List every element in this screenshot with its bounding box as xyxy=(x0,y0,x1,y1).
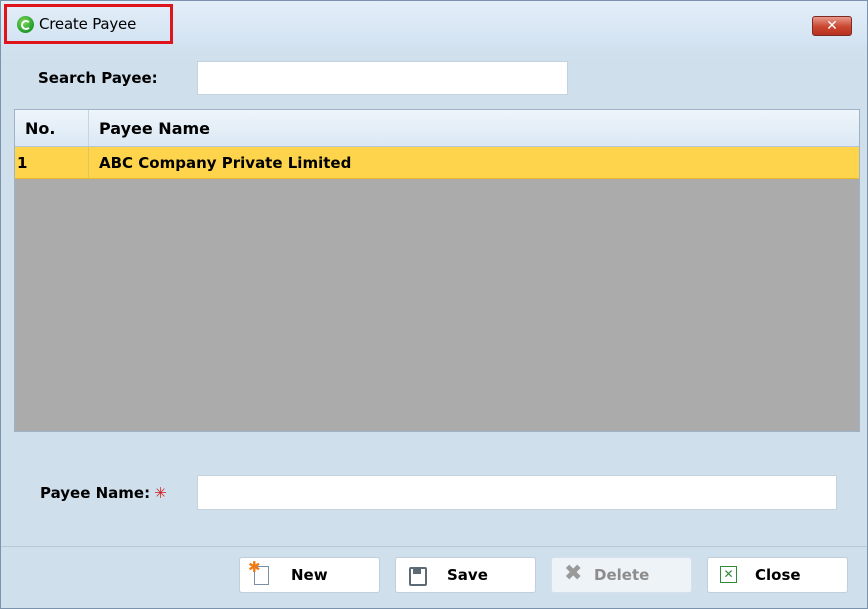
excel-close-icon: ✕ xyxy=(718,564,740,586)
close-button[interactable]: ✕ Close xyxy=(707,557,848,593)
create-payee-dialog: Create Payee ✕ Search Payee: No. Payee N… xyxy=(0,0,868,609)
title-highlight-box: Create Payee xyxy=(4,4,173,44)
delete-button-label: Delete xyxy=(594,566,650,584)
title-bar[interactable]: Create Payee ✕ xyxy=(1,1,867,45)
row-payee-name-cell: ABC Company Private Limited xyxy=(99,153,352,172)
payee-name-label-text: Payee Name: xyxy=(40,484,151,502)
required-marker: ✳ xyxy=(154,484,167,502)
search-payee-label: Search Payee: xyxy=(38,69,158,87)
new-button-label: New xyxy=(291,566,328,584)
window-close-button[interactable]: ✕ xyxy=(812,16,852,36)
new-button[interactable]: ✱ New xyxy=(239,557,380,593)
window-title: Create Payee xyxy=(39,15,137,33)
search-payee-input[interactable] xyxy=(197,61,568,95)
save-button-label: Save xyxy=(447,566,488,584)
column-header-no[interactable]: No. xyxy=(15,110,89,146)
close-button-label: Close xyxy=(755,566,801,584)
app-logo-icon xyxy=(17,15,34,33)
new-document-icon: ✱ xyxy=(248,560,272,586)
payee-name-label: Payee Name: ✳ xyxy=(40,484,167,502)
delete-button[interactable]: ✖ Delete xyxy=(551,557,692,593)
save-button[interactable]: Save xyxy=(395,557,536,593)
delete-x-icon: ✖ xyxy=(564,561,583,586)
row-no-cell: 1 xyxy=(15,147,89,178)
table-row[interactable]: 1 ABC Company Private Limited xyxy=(15,147,859,179)
button-bar-divider xyxy=(1,546,867,547)
payee-name-field[interactable] xyxy=(197,475,837,510)
payee-grid[interactable]: No. Payee Name 1 ABC Company Private Lim… xyxy=(14,109,860,432)
grid-header: No. Payee Name xyxy=(15,110,859,147)
floppy-disk-icon xyxy=(406,564,428,586)
column-header-payee-name[interactable]: Payee Name xyxy=(89,110,859,146)
